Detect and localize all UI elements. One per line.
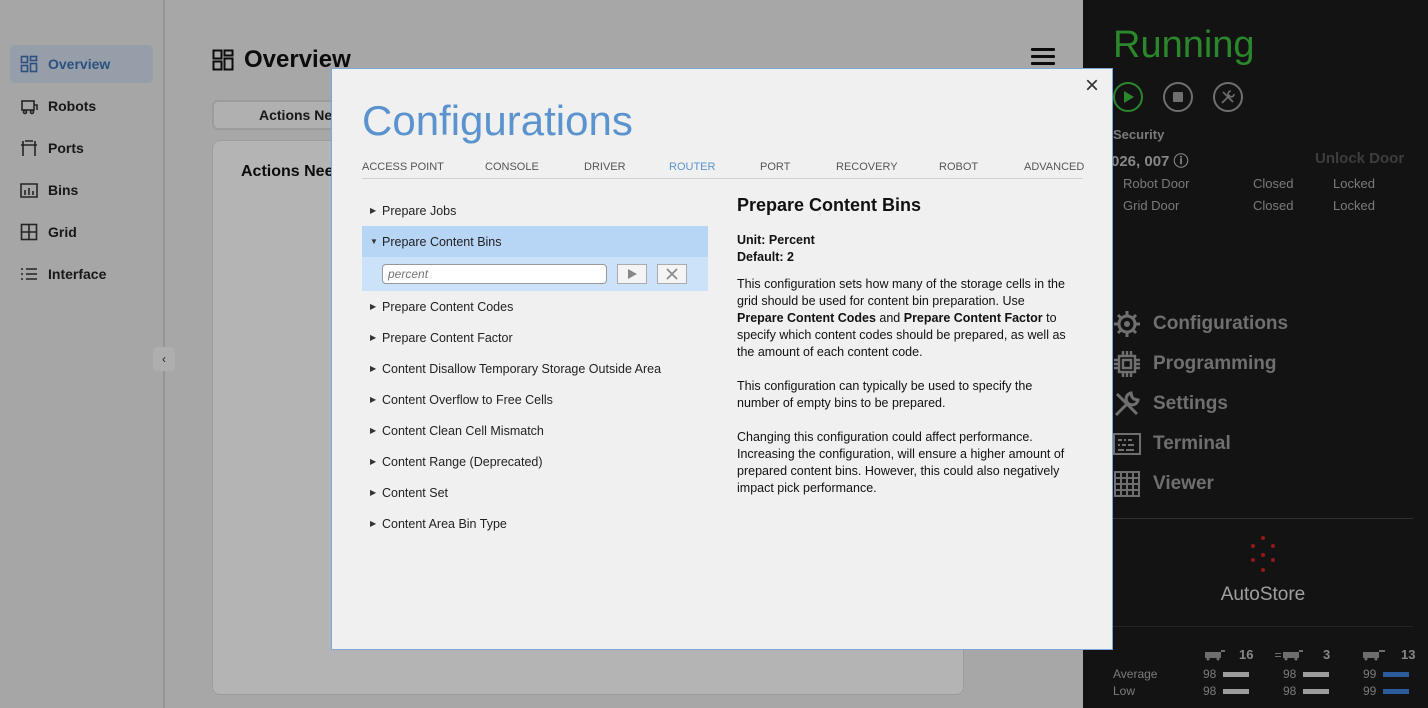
- close-icon: ×: [1084, 72, 1099, 99]
- tab-robot[interactable]: ROBOT: [939, 161, 978, 173]
- detail-default: Default: 2: [737, 250, 794, 264]
- caret-right-icon: ▶: [370, 488, 377, 497]
- caret-right-icon: ▶: [370, 364, 377, 373]
- detail-paragraph: This configuration can typically be used…: [737, 379, 1033, 410]
- config-link: Prepare Content Factor: [903, 311, 1043, 325]
- dialog-title: Configurations: [362, 97, 633, 144]
- list-item[interactable]: ▶ Prepare Content Factor: [362, 322, 708, 353]
- list-item[interactable]: ▶ Content Set: [362, 477, 708, 508]
- configurations-dialog: × Configurations ACCESS POINT CONSOLE DR…: [331, 68, 1113, 650]
- detail-paragraph: This configuration sets how many of the …: [737, 277, 1066, 359]
- clear-button[interactable]: [657, 264, 687, 284]
- list-item-selected[interactable]: ▼ Prepare Content Bins: [362, 226, 708, 257]
- tab-driver[interactable]: DRIVER: [584, 161, 626, 173]
- close-button[interactable]: ×: [1080, 72, 1104, 99]
- caret-right-icon: ▶: [370, 519, 377, 528]
- tab-port[interactable]: PORT: [760, 161, 790, 173]
- caret-right-icon: ▶: [370, 302, 377, 311]
- list-item[interactable]: ▶ Content Disallow Temporary Storage Out…: [362, 353, 708, 384]
- list-item[interactable]: ▶ Content Area Bin Type: [362, 508, 708, 539]
- detail-title: Prepare Content Bins: [737, 195, 922, 215]
- list-item[interactable]: ▶ Prepare Content Codes: [362, 291, 708, 322]
- caret-right-icon: ▶: [370, 457, 377, 466]
- caret-right-icon: ▶: [370, 426, 377, 435]
- apply-button[interactable]: [617, 264, 647, 284]
- caret-right-icon: ▶: [370, 206, 377, 215]
- tab-recovery[interactable]: RECOVERY: [836, 161, 898, 173]
- caret-down-icon: ▼: [370, 237, 378, 246]
- config-detail: Prepare Content Bins Unit: Percent Defau…: [737, 195, 1067, 497]
- caret-right-icon: ▶: [370, 333, 377, 342]
- play-icon: [628, 269, 637, 279]
- list-item[interactable]: ▶ Content Clean Cell Mismatch: [362, 415, 708, 446]
- config-value-input[interactable]: [382, 264, 607, 284]
- list-item[interactable]: ▶ Prepare Jobs: [362, 195, 708, 226]
- detail-unit: Unit: Percent: [737, 233, 815, 247]
- config-tabs: ACCESS POINT CONSOLE DRIVER ROUTER PORT …: [362, 159, 1084, 179]
- close-icon: [666, 268, 678, 280]
- tab-console[interactable]: CONSOLE: [485, 161, 539, 173]
- tab-access-point[interactable]: ACCESS POINT: [362, 161, 444, 173]
- detail-paragraph: Changing this configuration could affect…: [737, 430, 1065, 495]
- tab-advanced[interactable]: ADVANCED: [1024, 161, 1084, 173]
- tab-router[interactable]: ROUTER: [669, 161, 715, 173]
- list-item[interactable]: ▶ Content Range (Deprecated): [362, 446, 708, 477]
- caret-right-icon: ▶: [370, 395, 377, 404]
- list-item[interactable]: ▶ Content Overflow to Free Cells: [362, 384, 708, 415]
- config-link: Prepare Content Codes: [737, 311, 876, 325]
- config-edit-row: [362, 257, 708, 291]
